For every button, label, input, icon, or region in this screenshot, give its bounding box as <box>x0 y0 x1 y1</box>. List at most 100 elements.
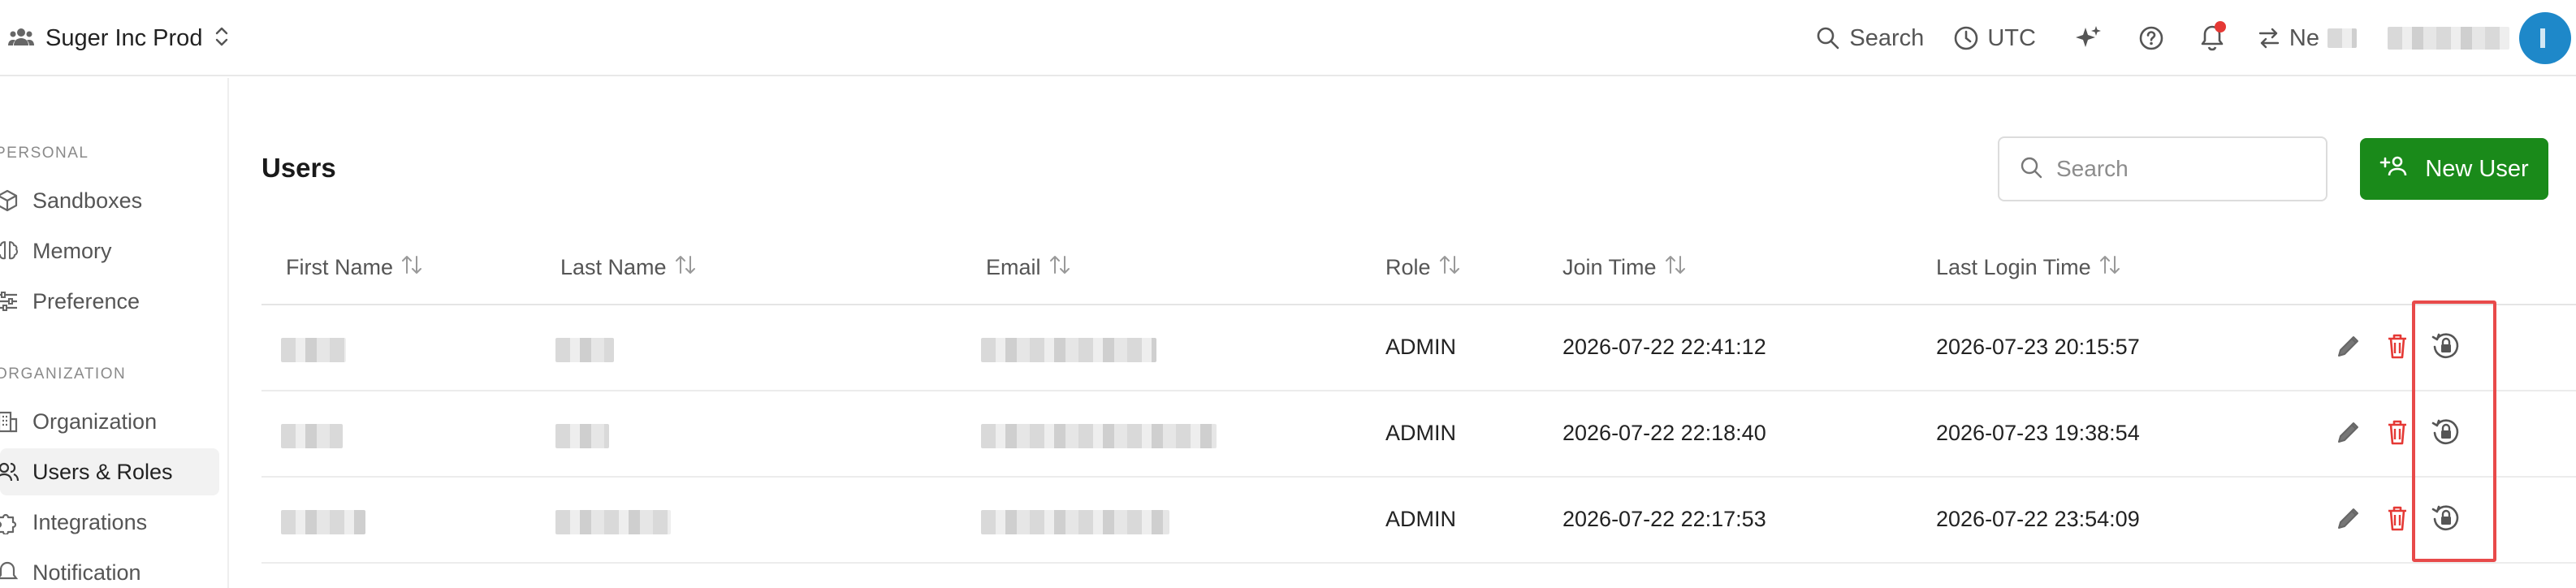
sidebar-item-label: Users & Roles <box>32 459 173 484</box>
edit-icon[interactable] <box>2332 330 2365 362</box>
add-user-icon <box>2379 154 2407 184</box>
table-row[interactable]: ADMIN 2026-07-22 22:17:53 2026-07-22 23:… <box>261 478 2576 564</box>
redacted-email <box>981 510 1169 534</box>
notifications-button[interactable] <box>2200 21 2226 52</box>
user-search-box[interactable] <box>1998 136 2327 201</box>
section-organization: ORGANIZATION <box>0 365 127 383</box>
redacted-last-name <box>555 424 609 448</box>
table-row[interactable]: ADMIN 2026-07-22 22:18:40 2026-07-23 19:… <box>261 391 2576 478</box>
edit-icon[interactable] <box>2332 502 2365 534</box>
org-switcher[interactable]: Suger Inc Prod <box>8 18 230 58</box>
sidebar-item-preference[interactable]: Preference <box>0 278 219 325</box>
column-last-login-time[interactable]: Last Login Time <box>1936 253 2120 282</box>
sidebar-item-users-roles[interactable]: Users & Roles <box>0 448 219 495</box>
column-label: Join Time <box>1562 255 1657 279</box>
reset-password-highlight-box <box>2412 300 2496 562</box>
global-search-button[interactable]: Search <box>1815 25 1924 52</box>
puzzle-icon <box>0 510 19 534</box>
cube-icon <box>0 188 19 213</box>
top-bar: Suger Inc Prod Search UTC Ne <box>0 0 2576 76</box>
sort-icon <box>401 253 422 282</box>
redacted-user-name <box>2388 27 2509 50</box>
redacted-network-name <box>2327 28 2357 48</box>
clock-icon <box>1953 25 1979 51</box>
sidebar-item-label: Notification <box>32 560 141 585</box>
user-search-input[interactable] <box>2056 156 2316 182</box>
delete-icon[interactable] <box>2381 330 2414 362</box>
users-icon <box>0 460 19 484</box>
search-icon <box>1815 25 1841 51</box>
building-icon <box>0 409 19 434</box>
bell-icon <box>0 560 19 585</box>
sidebar-item-label: Integrations <box>32 509 148 534</box>
last-login-cell: 2026-07-23 19:38:54 <box>1936 421 2140 445</box>
sliders-icon <box>0 289 19 313</box>
help-icon <box>2138 25 2164 51</box>
network-switcher[interactable]: Ne <box>2257 25 2357 52</box>
column-label: Role <box>1385 255 1431 279</box>
sort-icon <box>2099 253 2120 282</box>
sidebar: PERSONAL Sandboxes Memory Preference ORG… <box>0 78 229 588</box>
sidebar-item-label: Memory <box>32 238 112 263</box>
section-personal: PERSONAL <box>0 145 89 162</box>
users-table: First Name Last Name Email Role Join Tim… <box>261 237 2576 564</box>
sort-icon <box>1439 253 1460 282</box>
delete-icon[interactable] <box>2381 416 2414 448</box>
join-time-cell: 2026-07-22 22:41:12 <box>1562 335 1766 359</box>
join-time-cell: 2026-07-22 22:18:40 <box>1562 421 1766 445</box>
redacted-email <box>981 424 1217 448</box>
new-user-button[interactable]: New User <box>2360 138 2548 200</box>
sort-icon <box>1049 253 1070 282</box>
edit-icon[interactable] <box>2332 416 2365 448</box>
global-search-label: Search <box>1849 24 1925 51</box>
redacted-first-name <box>281 424 343 448</box>
org-name: Suger Inc Prod <box>45 24 203 51</box>
sidebar-item-integrations[interactable]: Integrations <box>0 499 219 546</box>
last-login-cell: 2026-07-23 20:15:57 <box>1936 335 2140 359</box>
last-login-cell: 2026-07-22 23:54:09 <box>1936 507 2140 531</box>
redacted-first-name <box>281 510 365 534</box>
help-button[interactable] <box>2138 25 2164 51</box>
search-icon <box>2019 155 2043 184</box>
brain-icon <box>0 239 19 263</box>
timezone-label: UTC <box>1987 24 2036 51</box>
timezone-button[interactable]: UTC <box>1953 25 2036 52</box>
column-last-name[interactable]: Last Name <box>560 253 696 282</box>
column-role[interactable]: Role <box>1385 253 1460 282</box>
ai-assistant-button[interactable] <box>2075 24 2103 52</box>
sort-icon <box>675 253 696 282</box>
avatar[interactable] <box>2519 12 2571 64</box>
column-label: First Name <box>286 255 394 279</box>
column-label: Email <box>986 255 1041 279</box>
role-cell: ADMIN <box>1385 335 1456 359</box>
chevron-updown-icon <box>214 25 230 52</box>
sidebar-item-label: Sandboxes <box>32 188 143 213</box>
team-icon <box>8 26 34 51</box>
sidebar-item-sandboxes[interactable]: Sandboxes <box>0 177 219 224</box>
role-cell: ADMIN <box>1385 507 1456 531</box>
notification-badge <box>2214 21 2226 32</box>
table-row[interactable]: ADMIN 2026-07-22 22:41:12 2026-07-23 20:… <box>261 305 2576 391</box>
join-time-cell: 2026-07-22 22:17:53 <box>1562 507 1766 531</box>
redacted-email <box>981 338 1156 362</box>
sidebar-item-label: Organization <box>32 409 158 434</box>
column-email[interactable]: Email <box>986 253 1070 282</box>
column-label: Last Name <box>560 255 667 279</box>
sort-icon <box>1665 253 1686 282</box>
redacted-last-name <box>555 510 671 534</box>
redacted-last-name <box>555 338 614 362</box>
sidebar-item-notification[interactable]: Notification <box>0 549 219 588</box>
sidebar-item-memory[interactable]: Memory <box>0 227 219 275</box>
page-title: Users <box>261 153 336 183</box>
sparkles-icon <box>2075 24 2103 52</box>
column-first-name[interactable]: First Name <box>286 253 422 282</box>
sidebar-item-organization[interactable]: Organization <box>0 398 219 445</box>
role-cell: ADMIN <box>1385 421 1456 445</box>
table-header: First Name Last Name Email Role Join Tim… <box>261 237 2576 305</box>
delete-icon[interactable] <box>2381 502 2414 534</box>
column-label: Last Login Time <box>1936 255 2091 279</box>
new-user-label: New User <box>2425 155 2529 182</box>
swap-icon <box>2257 27 2281 50</box>
column-join-time[interactable]: Join Time <box>1562 253 1686 282</box>
sidebar-item-label: Preference <box>32 288 140 313</box>
